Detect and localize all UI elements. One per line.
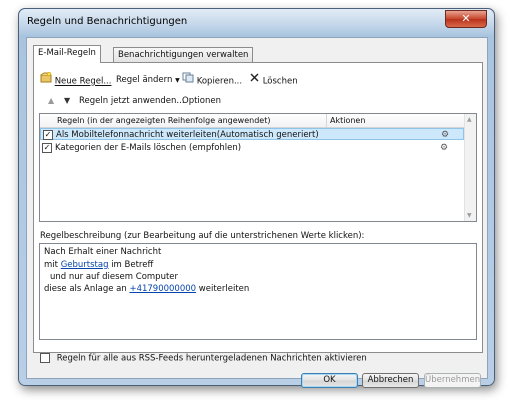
rss-checkbox[interactable]	[40, 353, 50, 363]
delete-x-icon	[249, 72, 260, 88]
rule-description-label: Regelbeschreibung (zur Bearbeitung auf d…	[40, 231, 365, 241]
tab-manage-alerts[interactable]: Benachrichtigungen verwalten	[113, 47, 254, 62]
copy-label: Kopieren...	[196, 76, 243, 87]
apply-button[interactable]: Übernehmen	[424, 373, 481, 388]
cancel-button[interactable]: Abbrechen	[362, 373, 419, 388]
rule-row-categories[interactable]: ✓ Kategorien der E-Mails löschen (empfoh…	[40, 142, 464, 154]
move-up-arrow-icon[interactable]: ▲	[48, 95, 54, 107]
delete-label: Löschen	[262, 76, 298, 87]
description-line-1: Nach Erhalt einer Nachricht	[44, 247, 162, 257]
rules-list-header: Regeln (in der angezeigten Reihenfolge a…	[40, 114, 464, 128]
description-line-4-prefix: diese als Anlage an	[44, 284, 127, 294]
rule-checkbox[interactable]: ✓	[43, 130, 53, 140]
change-rule-label: Regel ändern	[116, 75, 173, 85]
ok-button[interactable]: OK	[301, 373, 358, 388]
new-rule-button[interactable]: Neue Regel...	[40, 71, 112, 88]
apply-rules-now-label: Regeln jetzt anwenden...	[79, 96, 185, 106]
rule-label: Als Mobiltelefonnachricht weiterleiten(A…	[56, 130, 319, 140]
tab-email-rules[interactable]: E-Mail-Regeln	[33, 45, 101, 63]
column-separator	[326, 114, 327, 127]
move-down-arrow-icon[interactable]: ▼	[64, 95, 70, 107]
description-line-4: diese als Anlage an +41790000000 weiterl…	[44, 284, 249, 294]
rule-description-box: Nach Erhalt einer Nachricht mit Geburtst…	[39, 243, 477, 340]
title-bar[interactable]: Regeln und Benachrichtigungen ✕	[19, 9, 494, 35]
rules-dialog: Regeln und Benachrichtigungen ✕ E-Mail-R…	[18, 8, 495, 388]
rules-list: Regeln (in der angezeigten Reihenfolge a…	[39, 113, 477, 222]
copy-rule-button[interactable]: Kopieren...	[182, 72, 243, 88]
close-button[interactable]: ✕	[445, 10, 487, 28]
options-label: Optionen	[182, 96, 221, 106]
window-title: Regeln und Benachrichtigungen	[27, 16, 188, 27]
delete-rule-button[interactable]: Löschen	[249, 73, 298, 87]
description-line-2-prefix: mit	[44, 260, 58, 270]
rule-checkbox[interactable]: ✓	[42, 143, 52, 153]
rule-action-icon: ⚙	[440, 143, 449, 153]
description-line-4-suffix: weiterleiten	[198, 284, 250, 294]
description-line-3: und nur auf diesem Computer	[50, 272, 179, 282]
column-header-rules[interactable]: Regeln (in der angezeigten Reihenfolge a…	[57, 114, 270, 127]
rule-row-mobile-forward[interactable]: ✓ Als Mobiltelefonnachricht weiterleiten…	[40, 128, 464, 140]
new-rule-label: Neue Regel...	[54, 76, 112, 87]
options-button[interactable]: Optionen	[182, 94, 221, 108]
rules-list-scrollbar[interactable]: ▲ ▼	[464, 114, 476, 221]
rss-rules-option[interactable]: Regeln für alle aus RSS-Feeds herunterge…	[40, 353, 367, 364]
change-rule-button[interactable]: Regel ändern ▼	[116, 73, 180, 87]
email-rules-panel: Neue Regel... Regel ändern ▼ Kopieren...…	[33, 62, 483, 353]
subject-keyword-link[interactable]: Geburtstag	[61, 260, 109, 270]
rss-checkbox-label: Regeln für alle aus RSS-Feeds herunterge…	[56, 353, 367, 364]
description-line-2: mit Geburtstag im Betreff	[44, 260, 153, 270]
scroll-up-icon[interactable]: ▲	[467, 116, 472, 123]
description-line-2-suffix: im Betreff	[111, 260, 154, 270]
phone-number-link[interactable]: +41790000000	[129, 284, 196, 294]
scroll-down-icon[interactable]: ▼	[467, 212, 472, 219]
apply-rules-now-button[interactable]: Regeln jetzt anwenden...	[79, 94, 185, 108]
copy-icon	[182, 72, 194, 88]
dialog-client-area: E-Mail-Regeln Benachrichtigungen verwalt…	[26, 37, 488, 388]
column-header-actions[interactable]: Aktionen	[330, 114, 365, 127]
dropdown-arrow-icon: ▼	[175, 77, 180, 84]
new-rule-icon	[40, 71, 52, 88]
rule-label: Kategorien der E-Mails löschen (empfohle…	[55, 143, 242, 153]
rule-action-icon: ⚙	[441, 130, 450, 140]
